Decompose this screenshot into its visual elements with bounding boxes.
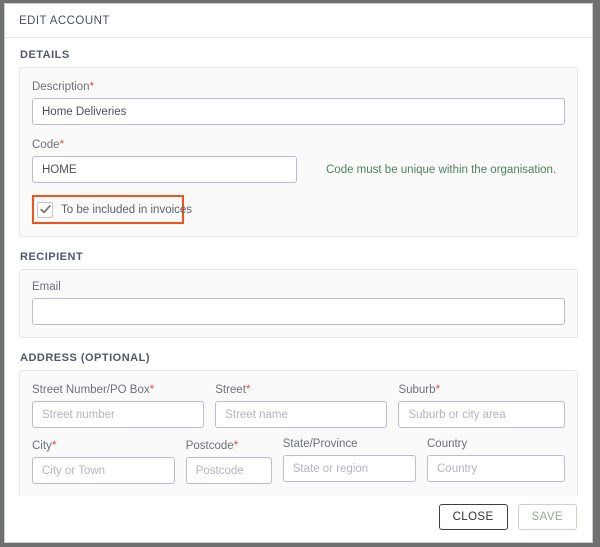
edit-account-dialog: EDIT ACCOUNT DETAILS Description* Code* … bbox=[4, 3, 593, 543]
postcode-cell: Postcode* bbox=[185, 438, 272, 484]
postcode-required-marker: * bbox=[233, 438, 239, 452]
close-button[interactable]: CLOSE bbox=[438, 504, 508, 530]
suburb-input[interactable] bbox=[398, 401, 565, 428]
country-input[interactable] bbox=[427, 455, 565, 482]
state-province-label: State/Province bbox=[282, 438, 358, 450]
code-label-text: Code bbox=[32, 139, 60, 151]
state-province-input[interactable] bbox=[282, 455, 416, 482]
description-label: Description* bbox=[32, 79, 565, 93]
postcode-label: Postcode* bbox=[186, 438, 272, 452]
page-title: EDIT ACCOUNT bbox=[19, 14, 110, 27]
email-label: Email bbox=[32, 281, 61, 293]
code-input[interactable] bbox=[32, 156, 297, 183]
dialog-header: EDIT ACCOUNT bbox=[5, 4, 592, 38]
save-button[interactable]: SAVE bbox=[517, 504, 577, 530]
details-panel: Description* Code* Code must be unique w… bbox=[19, 67, 578, 237]
street-number-input[interactable] bbox=[32, 401, 205, 428]
street-cell: Street* bbox=[215, 382, 388, 428]
dialog-footer: CLOSE SAVE bbox=[5, 496, 592, 542]
checkmark-icon bbox=[39, 205, 51, 214]
country-cell: Country bbox=[427, 438, 565, 484]
city-required-marker: * bbox=[51, 438, 57, 452]
include-in-invoices-checkbox[interactable] bbox=[37, 201, 53, 218]
street-number-cell: Street Number/PO Box* bbox=[32, 382, 205, 428]
city-input[interactable] bbox=[32, 457, 175, 484]
description-input[interactable] bbox=[32, 98, 565, 125]
street-required-marker: * bbox=[245, 382, 251, 396]
country-label: Country bbox=[427, 438, 468, 450]
postcode-input[interactable] bbox=[185, 457, 272, 484]
code-column: Code* bbox=[32, 137, 297, 183]
city-label-text: City bbox=[32, 440, 52, 452]
street-input[interactable] bbox=[215, 401, 388, 428]
address-row-2: City* Postcode* State/Province Country bbox=[32, 438, 565, 484]
city-label: City* bbox=[32, 438, 175, 452]
section-heading-details: DETAILS bbox=[20, 49, 70, 61]
description-label-text: Description bbox=[32, 81, 90, 93]
recipient-panel: Email bbox=[19, 269, 578, 338]
suburb-cell: Suburb* bbox=[398, 382, 565, 428]
address-row-1: Street Number/PO Box* Street* Suburb* bbox=[32, 382, 565, 428]
street-label: Street* bbox=[215, 382, 387, 396]
code-uniqueness-hint: Code must be unique within the organisat… bbox=[326, 164, 557, 176]
postcode-label-text: Postcode bbox=[185, 440, 234, 452]
city-cell: City* bbox=[32, 438, 175, 484]
dialog-body: DETAILS Description* Code* Code must be … bbox=[5, 38, 592, 496]
suburb-label-text: Suburb bbox=[398, 384, 436, 396]
street-number-label: Street Number/PO Box* bbox=[32, 382, 204, 396]
address-panel: Street Number/PO Box* Street* Suburb* bbox=[19, 370, 578, 496]
street-number-label-text: Street Number/PO Box bbox=[32, 384, 150, 396]
code-row: Code* Code must be unique within the org… bbox=[32, 137, 565, 183]
section-heading-address: ADDRESS (OPTIONAL) bbox=[20, 352, 150, 364]
street-label-text: Street bbox=[215, 384, 246, 396]
code-label: Code* bbox=[32, 137, 297, 151]
include-in-invoices-label: To be included in invoices bbox=[61, 203, 193, 216]
code-required-marker: * bbox=[59, 137, 65, 151]
state-province-cell: State/Province bbox=[282, 438, 416, 484]
include-in-invoices-highlight: To be included in invoices bbox=[32, 195, 192, 224]
suburb-required-marker: * bbox=[435, 382, 441, 396]
suburb-label: Suburb* bbox=[398, 382, 565, 396]
description-required-marker: * bbox=[89, 79, 95, 93]
section-heading-recipient: RECIPIENT bbox=[20, 251, 84, 263]
street-number-required-marker: * bbox=[149, 382, 155, 396]
email-input[interactable] bbox=[32, 298, 565, 325]
